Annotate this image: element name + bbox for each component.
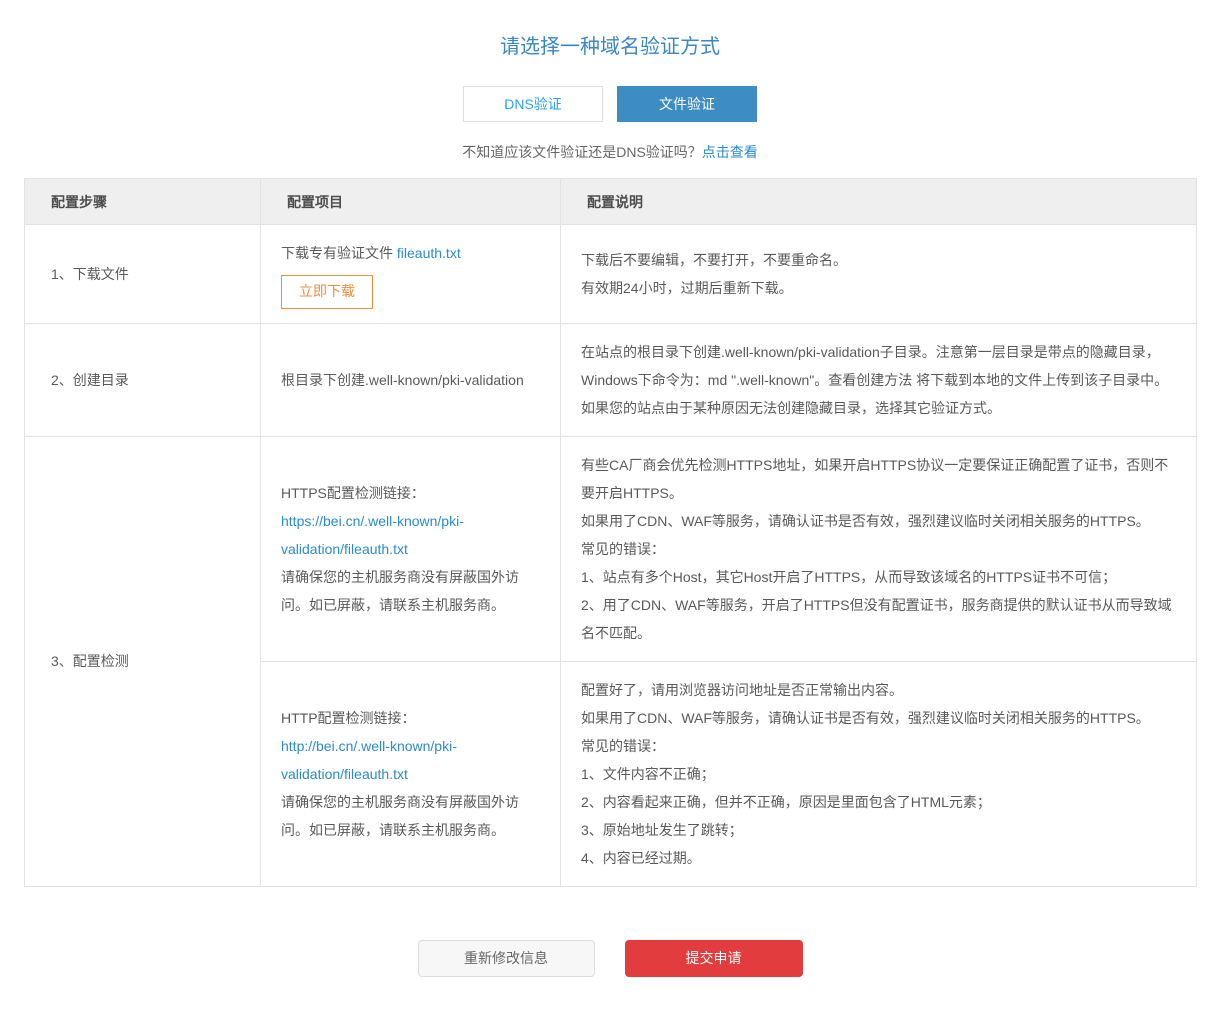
col-header-config-items: 配置项目 xyxy=(261,179,561,225)
item-cell-https-check: HTTPS配置检测链接： https://bei.cn/.well-known/… xyxy=(261,436,561,661)
step-label-config-check: 3、配置检测 xyxy=(25,436,261,886)
desc-line: 下载后不要编辑，不要打开，不要重命名。 xyxy=(581,246,1176,274)
desc-line: 2、内容看起来正确，但并不正确，原因是里面包含了HTML元素； xyxy=(581,788,1176,816)
desc-text: 在站点的根目录下创建.well-known/pki-validation子目录。… xyxy=(581,338,1176,422)
http-check-link[interactable]: http://bei.cn/.well-known/pki-validation… xyxy=(281,738,457,782)
step-label-download: 1、下载文件 xyxy=(25,225,261,324)
desc-line: 3、原始地址发生了跳转； xyxy=(581,816,1176,844)
desc-line: 4、内容已经过期。 xyxy=(581,844,1176,872)
item-cell-download: 下载专有验证文件 fileauth.txt 立即下载 xyxy=(261,225,561,324)
desc-line: 如果用了CDN、WAF等服务，请确认证书是否有效，强烈建议临时关闭相关服务的HT… xyxy=(581,704,1176,732)
table-row-create-directory: 2、创建目录 根目录下创建.well-known/pki-validation … xyxy=(25,323,1197,436)
create-directory-item-text: 根目录下创建.well-known/pki-validation xyxy=(281,366,540,394)
item-cell-create-directory: 根目录下创建.well-known/pki-validation xyxy=(261,323,561,436)
submit-application-button[interactable]: 提交申请 xyxy=(625,940,803,977)
table-row-config-check-https: 3、配置检测 HTTPS配置检测链接： https://bei.cn/.well… xyxy=(25,436,1197,661)
https-check-link[interactable]: https://bei.cn/.well-known/pki-validatio… xyxy=(281,513,464,557)
desc-line: 1、文件内容不正确； xyxy=(581,760,1176,788)
http-check-label: HTTP配置检测链接： xyxy=(281,704,540,732)
footer-actions: 重新修改信息 提交申请 xyxy=(0,940,1220,1015)
https-check-note: 请确保您的主机服务商没有屏蔽国外访问。如已屏蔽，请联系主机服务商。 xyxy=(281,563,540,619)
desc-line: 2、用了CDN、WAF等服务，开启了HTTPS但没有配置证书，服务商提供的默认证… xyxy=(581,591,1176,647)
https-check-label: HTTPS配置检测链接： xyxy=(281,479,540,507)
desc-line: 常见的错误： xyxy=(581,535,1176,563)
download-item-text: 下载专有验证文件 xyxy=(281,245,397,261)
desc-cell-create-directory: 在站点的根目录下创建.well-known/pki-validation子目录。… xyxy=(561,323,1197,436)
verification-method-tabs: DNS验证 文件验证 xyxy=(0,86,1220,122)
table-row-download-file: 1、下载文件 下载专有验证文件 fileauth.txt 立即下载 下载后不要编… xyxy=(25,225,1197,324)
desc-cell-download: 下载后不要编辑，不要打开，不要重命名。 有效期24小时，过期后重新下载。 xyxy=(561,225,1197,324)
desc-line: 如果用了CDN、WAF等服务，请确认证书是否有效，强烈建议临时关闭相关服务的HT… xyxy=(581,507,1176,535)
desc-line: 有效期24小时，过期后重新下载。 xyxy=(581,274,1176,302)
col-header-config-description: 配置说明 xyxy=(561,179,1197,225)
tab-file-verification[interactable]: 文件验证 xyxy=(617,86,757,122)
desc-line: 常见的错误： xyxy=(581,732,1176,760)
desc-cell-http-check: 配置好了，请用浏览器访问地址是否正常输出内容。 如果用了CDN、WAF等服务，请… xyxy=(561,661,1197,886)
verification-hint: 不知道应该文件验证还是DNS验证吗？点击查看 xyxy=(0,142,1220,162)
desc-line: 有些CA厂商会优先检测HTTPS地址，如果开启HTTPS协议一定要保证正确配置了… xyxy=(581,451,1176,507)
hint-text: 不知道应该文件验证还是DNS验证吗？ xyxy=(462,144,702,160)
download-now-button[interactable]: 立即下载 xyxy=(281,275,373,309)
hint-click-to-view-link[interactable]: 点击查看 xyxy=(702,144,758,160)
fileauth-txt-link[interactable]: fileauth.txt xyxy=(397,245,461,261)
http-check-note: 请确保您的主机服务商没有屏蔽国外访问。如已屏蔽，请联系主机服务商。 xyxy=(281,788,540,844)
table-header-row: 配置步骤 配置项目 配置说明 xyxy=(25,179,1197,225)
tab-dns-verification[interactable]: DNS验证 xyxy=(463,86,603,122)
page-title: 请选择一种域名验证方式 xyxy=(0,30,1220,59)
item-cell-http-check: HTTP配置检测链接： http://bei.cn/.well-known/pk… xyxy=(261,661,561,886)
desc-line: 1、站点有多个Host，其它Host开启了HTTPS，从而导致该域名的HTTPS… xyxy=(581,563,1176,591)
step-label-create-directory: 2、创建目录 xyxy=(25,323,261,436)
col-header-config-steps: 配置步骤 xyxy=(25,179,261,225)
desc-line: 配置好了，请用浏览器访问地址是否正常输出内容。 xyxy=(581,676,1176,704)
desc-cell-https-check: 有些CA厂商会优先检测HTTPS地址，如果开启HTTPS协议一定要保证正确配置了… xyxy=(561,436,1197,661)
modify-info-button[interactable]: 重新修改信息 xyxy=(418,940,595,977)
config-table: 配置步骤 配置项目 配置说明 1、下载文件 下载专有验证文件 fileauth.… xyxy=(24,178,1197,887)
